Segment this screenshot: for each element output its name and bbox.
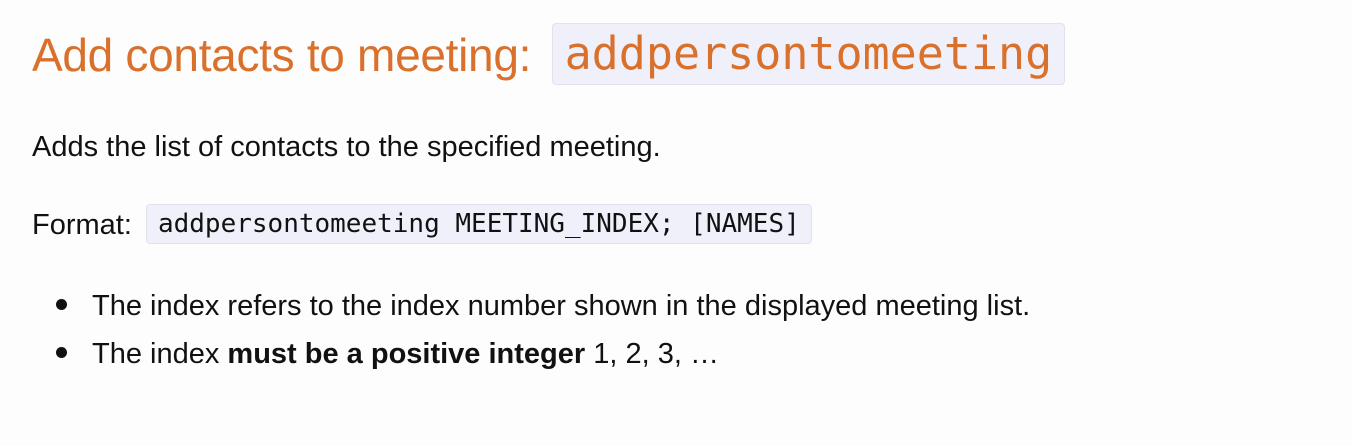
format-code: addpersontomeeting MEETING_INDEX; [NAMES… [145,204,812,244]
list-item: The index must be a positive integer 1, … [32,330,1030,378]
heading-command-code: addpersontomeeting [551,23,1066,85]
list-item-suffix: 1, 2, 3, … [585,338,719,370]
description-text: Adds the list of contacts to the specifi… [32,131,661,163]
format-line: Format: addpersontomeeting MEETING_INDEX… [32,204,812,246]
list-item-bold: must be a positive integer [227,338,586,370]
section-heading: Add contacts to meeting: addpersontomeet… [32,23,1066,87]
list-item: The index refers to the index number sho… [32,282,1030,330]
heading-text: Add contacts to meeting: [32,29,532,81]
notes-list: The index refers to the index number sho… [32,282,1030,378]
format-label: Format: [32,209,132,241]
list-item-text: The index refers to the index number sho… [92,290,1031,322]
list-item-prefix: The index [92,338,228,370]
bullet-icon [56,299,67,310]
bullet-icon [56,347,67,358]
